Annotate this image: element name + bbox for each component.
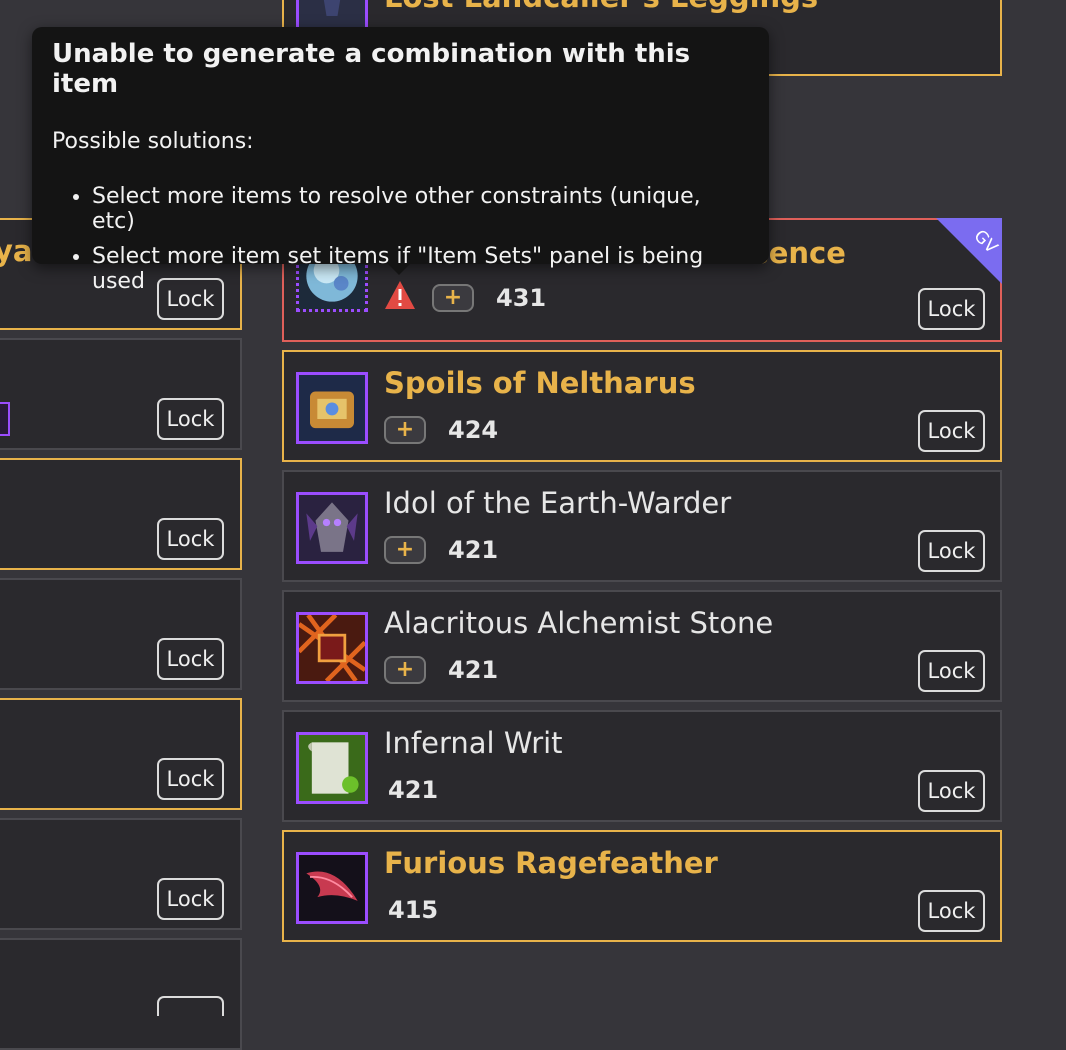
item-name: Spoils of Neltharus (384, 366, 696, 400)
lock-button[interactable]: Lock (918, 530, 985, 572)
item-name: Infernal Writ (384, 726, 563, 760)
tooltip-title: Unable to generate a combination with th… (52, 39, 691, 99)
tooltip-solution-list: Select more items to resolve other const… (52, 184, 749, 294)
lock-button[interactable]: Lock (918, 650, 985, 692)
lock-button[interactable]: Lock (157, 758, 224, 800)
item-icon (296, 492, 368, 564)
item-level: 421 (448, 536, 499, 564)
item-icon (296, 0, 368, 30)
item-icon (296, 852, 368, 924)
add-button[interactable]: + (384, 656, 426, 684)
item-icon (296, 732, 368, 804)
lock-button[interactable]: Lock (157, 518, 224, 560)
item-name: Alacritous Alchemist Stone (384, 606, 774, 640)
left-card-4: Lock (0, 578, 242, 690)
tooltip-solution: Select more items to resolve other const… (92, 184, 749, 234)
left-card-7 (0, 938, 242, 1050)
lock-button[interactable]: Lock (918, 890, 985, 932)
item-name: Lost Landcaller's Leggings (384, 0, 818, 14)
item-card: Furious Ragefeather 415 Lock (282, 830, 1002, 942)
item-name: Furious Ragefeather (384, 846, 718, 880)
item-level: 421 (448, 656, 499, 684)
lock-button-partial[interactable] (157, 996, 224, 1016)
left-card-6: Lock (0, 818, 242, 930)
tooltip-solution: Select more item set items if "Item Sets… (92, 244, 749, 294)
gv-badge: GV (936, 218, 1002, 284)
item-card: Alacritous Alchemist Stone + 421 Lock (282, 590, 1002, 702)
lock-button[interactable]: Lock (157, 638, 224, 680)
left-card-5: Lock (0, 698, 242, 810)
lock-button[interactable]: Lock (918, 410, 985, 452)
tooltip-arrow (387, 263, 411, 275)
item-level: 424 (448, 416, 499, 444)
left-card-2: Lock (0, 338, 242, 450)
item-card: Infernal Writ 421 Lock (282, 710, 1002, 822)
add-button[interactable]: + (384, 416, 426, 444)
lock-button[interactable]: Lock (157, 398, 224, 440)
lock-button[interactable]: Lock (918, 288, 985, 330)
lock-button[interactable]: Lock (157, 878, 224, 920)
item-icon (296, 612, 368, 684)
error-tooltip: Unable to generate a combination with th… (32, 27, 769, 294)
left-card-3: Lock (0, 458, 242, 570)
tooltip-subtitle: Possible solutions: (52, 129, 254, 154)
item-level: 421 (388, 776, 439, 804)
lock-button[interactable]: Lock (918, 770, 985, 812)
item-level: 415 (388, 896, 439, 924)
item-icon-partial (0, 402, 10, 436)
add-button[interactable]: + (384, 536, 426, 564)
item-card: Idol of the Earth-Warder + 421 Lock (282, 470, 1002, 582)
item-icon (296, 372, 368, 444)
item-name: Idol of the Earth-Warder (384, 486, 732, 520)
item-card: Spoils of Neltharus + 424 Lock (282, 350, 1002, 462)
